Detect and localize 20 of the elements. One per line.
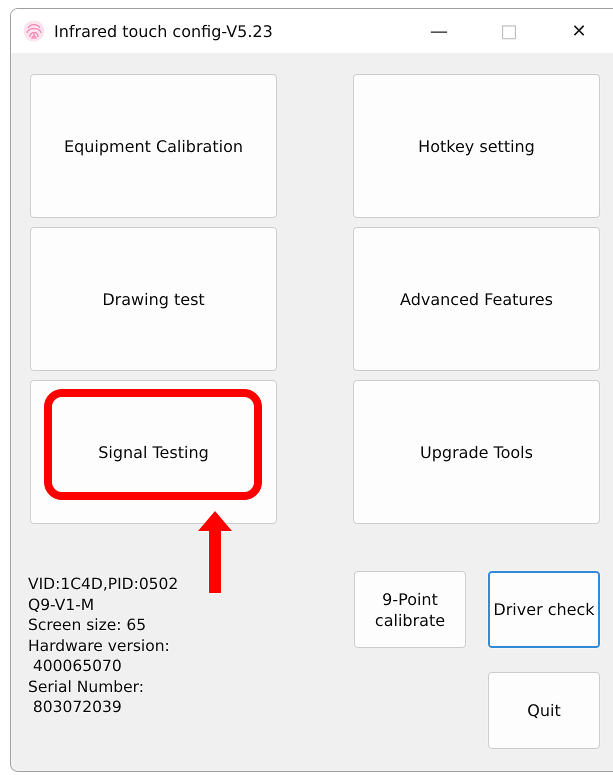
device-info-text: Hardware version: [28, 636, 171, 656]
device-info-text: VID:1C4D,PID:0502 [28, 574, 178, 594]
close-button[interactable]: ✕ [544, 9, 613, 53]
device-info-text: 803072039 [32, 697, 123, 718]
menu-button[interactable]: Advanced Features [353, 227, 600, 371]
device-info-text: 400065070 [32, 656, 123, 676]
arrow-up-icon [198, 511, 232, 593]
device-info-text: Serial Number: [28, 676, 146, 697]
action-button[interactable]: Driver check [488, 571, 600, 648]
menu-button[interactable]: Upgrade Tools [353, 380, 600, 524]
action-button[interactable]: Quit [488, 672, 600, 749]
menu-button[interactable]: Hotkey setting [353, 74, 600, 218]
fingerprint-icon [22, 19, 46, 43]
device-info-text: Q9-V1-M [28, 594, 96, 615]
menu-button[interactable]: Drawing test [30, 227, 277, 371]
menu-button[interactable]: Equipment Calibration [30, 74, 277, 218]
minimize-button[interactable]: — [404, 9, 474, 53]
action-button[interactable]: 9-Point calibrate [354, 571, 466, 648]
window-title: Infrared touch config-V5.23 [54, 22, 274, 40]
device-info-text: Screen size: 65 [28, 615, 148, 636]
